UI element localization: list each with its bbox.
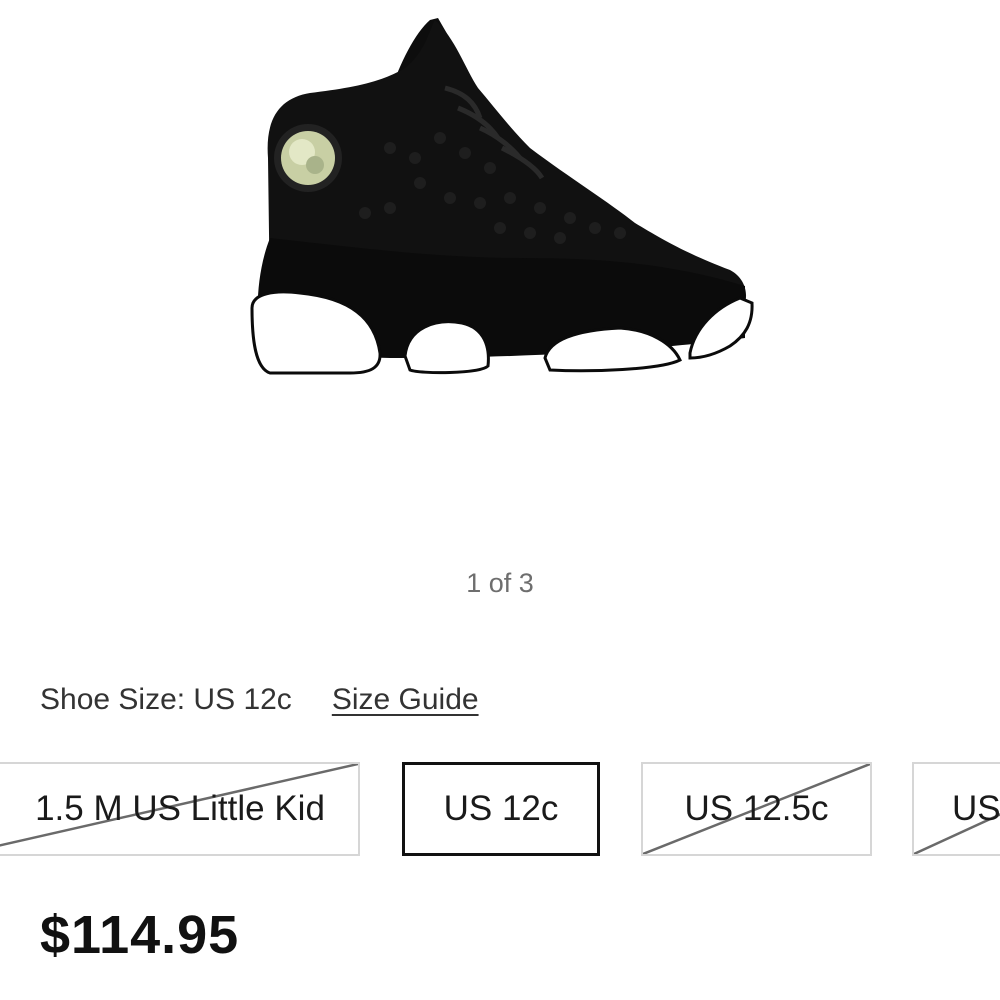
size-header: Shoe Size: US 12c Size Guide <box>40 678 479 722</box>
sneaker-illustration <box>250 18 754 375</box>
product-price: $114.95 <box>40 905 240 965</box>
product-page: 1 of 3 Shoe Size: US 12c Size Guide 1.5 … <box>0 0 1000 1000</box>
size-option-label: US 12.5c <box>684 789 829 828</box>
image-counter: 1 of 3 <box>466 568 534 598</box>
size-option-label: US <box>952 789 1000 828</box>
size-option-selected[interactable]: US 12c <box>402 762 600 856</box>
size-option-unavailable[interactable]: 1.5 M US Little Kid <box>0 762 360 856</box>
selected-size-label: Shoe Size: US 12c <box>40 683 292 716</box>
size-option-label: US 12c <box>443 789 559 828</box>
product-image[interactable] <box>240 8 760 388</box>
size-option-unavailable[interactable]: US 12.5c <box>641 762 872 856</box>
size-option-label: 1.5 M US Little Kid <box>35 789 325 828</box>
size-guide-link[interactable]: Size Guide <box>332 683 479 717</box>
size-option-unavailable[interactable]: US <box>912 762 1000 856</box>
